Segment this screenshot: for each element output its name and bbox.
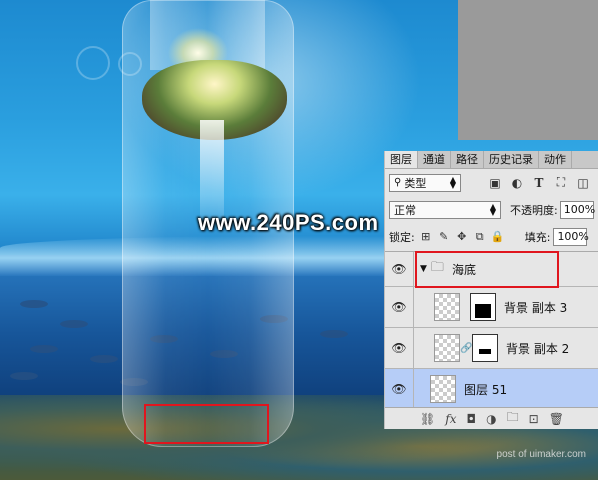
fish xyxy=(30,345,58,353)
layer-thumbnail xyxy=(430,375,456,403)
filter-kind-select[interactable]: ⚲ 类型 ▲ ▼ xyxy=(389,173,461,192)
fish xyxy=(90,355,118,363)
fish xyxy=(20,300,48,308)
layer-row[interactable]: 👁 背景 副本 3 xyxy=(385,287,598,328)
tab-history[interactable]: 历史记录 xyxy=(484,151,539,168)
new-layer-icon[interactable]: ⊡ xyxy=(529,412,539,426)
smart-object-icon[interactable]: ◫ xyxy=(575,175,591,191)
lock-brush-icon[interactable]: ✎ xyxy=(437,230,451,244)
waterfall xyxy=(200,120,224,220)
tab-paths[interactable]: 路径 xyxy=(451,151,484,168)
layer-thumbnail xyxy=(434,293,460,321)
highlight-box-canvas xyxy=(144,404,269,444)
tab-layers[interactable]: 图层 xyxy=(385,151,418,168)
eye-icon[interactable]: 👁 xyxy=(385,287,414,327)
chain-icon: 🔗 xyxy=(460,342,473,354)
layers-panel: 图层 通道 路径 历史记录 动作 ⚲ 类型 ▲▼ ▣ ◐ T ⛶ ◫ 正常 ▲ xyxy=(384,151,598,429)
fish xyxy=(60,320,88,328)
layer-name: 背景 副本 2 xyxy=(506,341,570,356)
link-icon[interactable]: ⛓ xyxy=(420,412,435,426)
blend-mode-select[interactable]: 正常 ▲ ▼ xyxy=(389,200,501,219)
tab-channels[interactable]: 通道 xyxy=(418,151,451,168)
lock-transparent-icon[interactable]: ⊞ xyxy=(419,230,433,244)
blend-row: 正常 ▲ ▼ 不透明度: 100% xyxy=(385,196,598,223)
canvas: www.240PS.com post of uimaker.com 图层 通道 … xyxy=(0,0,598,480)
layer-name: 图层 51 xyxy=(464,382,508,397)
layer-mask-thumbnail xyxy=(470,293,496,321)
tab-actions[interactable]: 动作 xyxy=(539,151,572,168)
updown-arrow-icon: ▲ ▼ xyxy=(449,174,456,190)
eye-icon[interactable]: 👁 xyxy=(385,252,414,286)
lock-row: 锁定: ⊞ ✎ ✥ ⧉ 🔒 填充: 100% xyxy=(385,223,598,250)
fish xyxy=(10,372,38,380)
eye-icon[interactable]: 👁 xyxy=(385,328,414,368)
adjust-icon[interactable]: ◐ xyxy=(509,175,525,191)
fill-label: 填充: xyxy=(524,230,551,244)
panel-footer: ⛓ fx ◘ ◑ 🗀 ⊡ 🗑 xyxy=(385,407,598,429)
panel-tabs: 图层 通道 路径 历史记录 动作 xyxy=(385,151,598,169)
fish xyxy=(320,330,348,338)
credit-text: post of uimaker.com xyxy=(496,449,586,460)
trash-icon[interactable]: 🗑 xyxy=(549,412,564,426)
filter-kind-label: 类型 xyxy=(404,176,427,190)
layer-name: 背景 副本 3 xyxy=(504,300,568,315)
eye-icon[interactable]: 👁 xyxy=(385,369,414,409)
layer-row-selected[interactable]: 👁 图层 51 xyxy=(385,369,598,410)
watermark-text: www.240PS.com xyxy=(198,210,379,235)
bokeh-circle xyxy=(76,46,110,80)
lock-move-icon[interactable]: ✥ xyxy=(455,230,469,244)
lock-artboard-icon[interactable]: ⧉ xyxy=(473,230,487,244)
mask-icon[interactable]: ◘ xyxy=(467,412,477,426)
layer-mask-thumbnail xyxy=(472,334,498,362)
adjustment-icon[interactable]: ◑ xyxy=(486,412,496,426)
blend-mode-value: 正常 xyxy=(394,203,416,217)
type-icon[interactable]: T xyxy=(531,175,547,191)
layer-thumbnail xyxy=(434,334,460,362)
fill-input[interactable]: 100% xyxy=(553,227,589,246)
fx-icon[interactable]: fx xyxy=(445,412,456,426)
opacity-input[interactable]: 100% xyxy=(559,200,595,219)
lock-label: 锁定: xyxy=(389,230,415,244)
shape-icon[interactable]: ⛶ xyxy=(553,175,569,191)
search-icon: ⚲ xyxy=(394,177,402,188)
filter-row: ⚲ 类型 ▲ ▼ ▣ ◐ T ⛶ ◫ xyxy=(385,169,598,196)
opacity-label: 不透明度: xyxy=(510,203,558,217)
highlight-box-group xyxy=(415,251,559,288)
layer-row[interactable]: 👁 🔗 背景 副本 2 xyxy=(385,328,598,369)
lock-all-icon[interactable]: 🔒 xyxy=(491,230,505,244)
image-icon[interactable]: ▣ xyxy=(487,175,503,191)
workspace-background xyxy=(458,0,598,140)
updown-arrow-icon: ▲ ▼ xyxy=(489,201,496,217)
folder-icon[interactable]: 🗀 xyxy=(507,408,519,429)
